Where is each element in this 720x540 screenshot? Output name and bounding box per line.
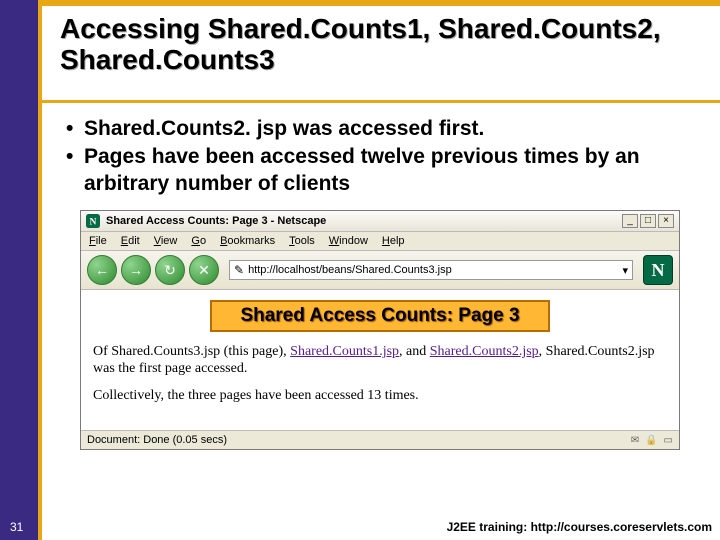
reload-button[interactable]: ↻ (155, 255, 185, 285)
status-bar: Document: Done (0.05 secs) ✉ 🔒 ▭ (81, 431, 679, 449)
bullet-item: Shared.Counts2. jsp was accessed first. (66, 116, 696, 142)
menu-bookmarks[interactable]: Bookmarks (220, 235, 275, 247)
dropdown-icon[interactable]: ▾ (622, 264, 628, 277)
page-paragraph-2: Collectively, the three pages have been … (93, 388, 667, 405)
maximize-button[interactable]: □ (640, 214, 656, 228)
slide-left-stripe (0, 0, 38, 540)
browser-window: N Shared Access Counts: Page 3 - Netscap… (80, 210, 680, 450)
bullet-item: Pages have been accessed twelve previous… (66, 144, 696, 197)
slide-top-bar (42, 0, 720, 6)
slide-number: 31 (10, 520, 23, 534)
mail-icon: ✉ (631, 435, 639, 446)
bullet-list: Shared.Counts2. jsp was accessed first. … (66, 116, 696, 199)
menu-edit[interactable]: Edit (121, 235, 140, 247)
status-icons: ✉ 🔒 ▭ (631, 435, 673, 446)
url-input[interactable] (248, 264, 622, 276)
menu-tools[interactable]: Tools (289, 235, 315, 247)
netscape-logo: N (643, 255, 673, 285)
netscape-icon: N (86, 214, 100, 228)
footer-text: J2EE training: http://courses.coreservle… (447, 520, 712, 534)
progress-icon: ▭ (664, 435, 673, 446)
menu-help[interactable]: Help (382, 235, 405, 247)
window-title: Shared Access Counts: Page 3 - Netscape (106, 215, 622, 227)
back-button[interactable]: ← (87, 255, 117, 285)
page-paragraph-1: Of Shared.Counts3.jsp (this page), Share… (93, 344, 667, 378)
address-bar[interactable]: ✎ ▾ (229, 260, 633, 280)
menu-window[interactable]: Window (329, 235, 368, 247)
svg-text:N: N (90, 217, 97, 228)
title-underline (42, 100, 720, 103)
page-heading: Shared Access Counts: Page 3 (210, 300, 549, 332)
security-icon: 🔒 (645, 435, 657, 446)
menu-view[interactable]: View (154, 235, 178, 247)
status-text: Document: Done (0.05 secs) (87, 434, 227, 446)
page-viewport: Shared Access Counts: Page 3 Of Shared.C… (81, 290, 679, 431)
menu-bar: File Edit View Go Bookmarks Tools Window… (81, 232, 679, 251)
close-button[interactable]: × (658, 214, 674, 228)
forward-button[interactable]: → (121, 255, 151, 285)
browser-titlebar: N Shared Access Counts: Page 3 - Netscap… (81, 211, 679, 232)
toolbar: ← → ↻ ✕ ✎ ▾ N (81, 251, 679, 290)
pencil-icon: ✎ (234, 263, 244, 277)
menu-file[interactable]: File (89, 235, 107, 247)
stop-button[interactable]: ✕ (189, 255, 219, 285)
link-counts1[interactable]: Shared.Counts1.jsp (290, 344, 399, 359)
menu-go[interactable]: Go (191, 235, 206, 247)
link-counts2[interactable]: Shared.Counts2.jsp (430, 344, 539, 359)
slide-title: Accessing Shared.Counts1, Shared.Counts2… (60, 14, 700, 76)
minimize-button[interactable]: _ (622, 214, 638, 228)
window-controls: _ □ × (622, 214, 674, 228)
